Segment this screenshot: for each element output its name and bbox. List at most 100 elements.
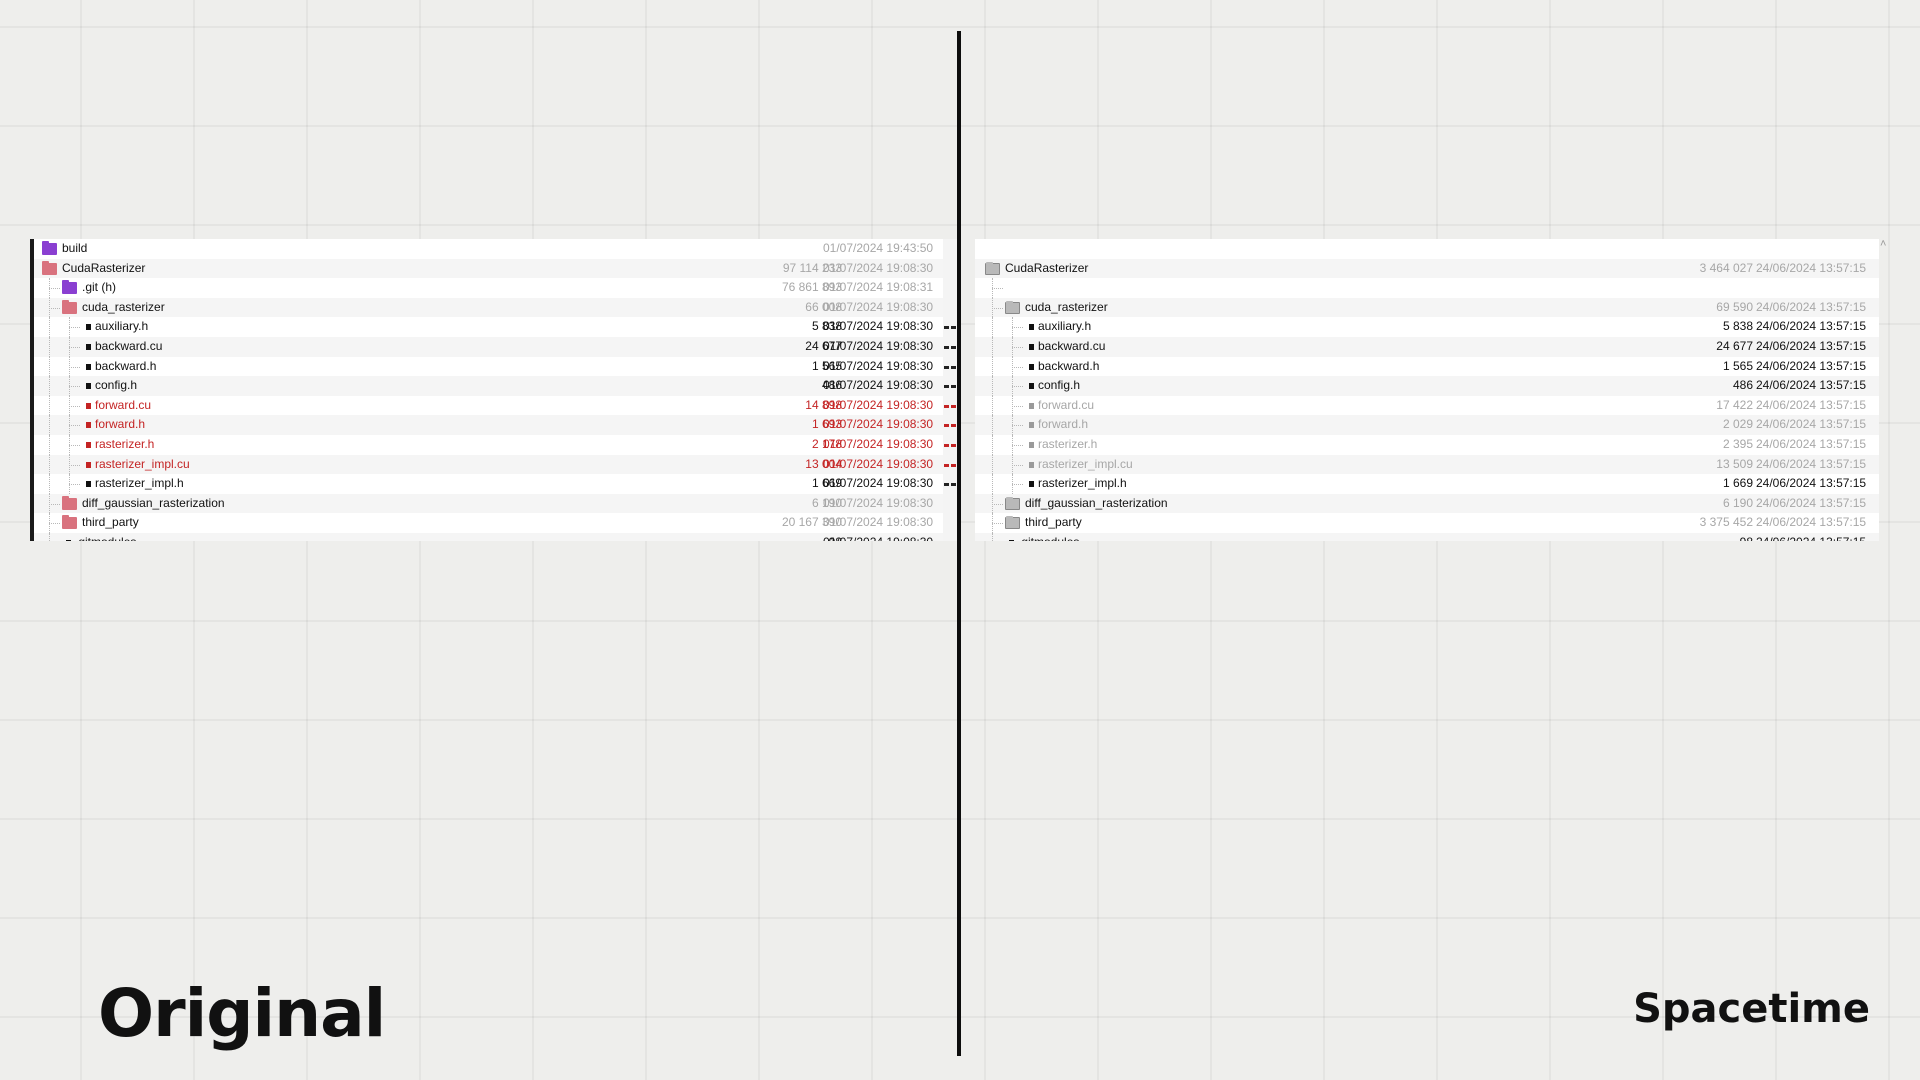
item-size: 2 395 [1722,436,1753,451]
file-row[interactable]: rasterizer.h 2 178 01/07/2024 19:08:30 [34,434,952,455]
file-icon [1029,481,1034,488]
file-row[interactable]: config.h 486 01/07/2024 19:08:30 [34,376,952,396]
file-row[interactable]: .gitmodules 9824/06/2024 13:57:15 [975,532,1879,541]
tree-branch-line [69,346,80,348]
file-row[interactable]: backward.cu 24 677 01/07/2024 19:08:30 [34,336,952,357]
file-row[interactable]: forward.cu 14 898 01/07/2024 19:08:30 [34,395,952,416]
file-row[interactable]: rasterizer_impl.cu 13 004 01/07/2024 19:08… [34,454,952,475]
empty-row [975,278,1879,298]
item-name: .gitmodules [75,533,136,541]
item-date: 01/07/2024 19:08:30 [823,338,934,353]
folder-row[interactable]: .git (h) 76 861 893 01/07/2024 19:08:31 [34,278,952,298]
item-name: rasterizer_impl.cu [95,456,190,471]
item-size: 1 565 [811,358,842,373]
item-name: rasterizer_impl.h [95,476,184,491]
item-date: 01/07/2024 19:08:30 [823,476,934,491]
file-row[interactable]: forward.h 2 029 24/06/2024 13:57:15 [975,415,1879,435]
tree-guide-line [49,317,50,337]
tree-guide-line [992,317,993,337]
tree-guide-line [49,532,50,541]
item-size: 5 838 [811,319,842,334]
file-row[interactable]: rasterizer_impl.cu 13 509 24/06/2024 13:57… [975,454,1879,475]
item-name: backward.h [95,358,157,373]
item-date: 01/07/2024 19:08:30 [823,456,934,471]
folder-row[interactable]: third_party 20 167 390 01/07/2024 19:08:30 [34,513,952,533]
tree-guide-line [992,474,993,494]
folder-row[interactable]: CudaRasterizer 97 114 233 01/07/2024 19:08… [34,258,952,279]
file-row[interactable]: config.h 486 24/06/2024 13:57:15 [975,376,1879,396]
item-size: 1 669 [1722,476,1753,491]
tree-guide-line [49,395,50,416]
folder-row[interactable]: diff_gaussian_rasterization 6 190 24/06/20… [975,493,1879,514]
file-icon [86,343,91,350]
file-row[interactable]: backward.h 1 565 01/07/2024 19:08:30 [34,356,952,377]
folder-row[interactable]: CudaRasterizer 3 464 027 24/06/2024 13:57:… [975,258,1879,279]
item-name: forward.cu [1038,397,1095,412]
item-name: backward.cu [1038,338,1106,353]
file-row[interactable]: rasterizer_impl.h 1 669 24/06/2024 13:57:1… [975,474,1879,494]
item-size: 6 190 [811,495,842,510]
item-size: 6 190 [1722,495,1753,510]
item-name: rasterizer_impl.cu [1038,456,1133,471]
file-icon [1029,343,1034,350]
file-row[interactable]: rasterizer.h 2 395 24/06/2024 13:57:15 [975,434,1879,455]
tree-guide-line [992,532,993,541]
item-date: 24/06/2024 13:57:15 [1756,417,1867,432]
file-row[interactable]: forward.h 1 693 01/07/2024 19:08:30 [34,415,952,435]
folder-icon [62,280,77,295]
folder-row[interactable]: cuda_rasterizer 66 008 01/07/2024 19:08:30 [34,297,952,318]
folder-row[interactable]: diff_gaussian_rasterization 6 190 01/07/20… [34,493,952,514]
item-name: rasterizer.h [95,436,155,451]
item-name: third_party [1025,515,1082,530]
spacetime-file-tree: CudaRasterizer 3 464 027 24/06/2024 13:57:… [975,239,1879,541]
item-date: 24/06/2024 13:57:15 [1756,436,1867,451]
tree-branch-line [992,503,1003,505]
item-date: 24/06/2024 13:57:15 [1756,533,1866,541]
folder-icon [1005,516,1020,530]
tree-branch-line [1012,405,1023,407]
item-name: backward.h [1038,358,1100,373]
folder-icon [1005,300,1020,314]
item-name: cuda_rasterizer [1025,299,1108,314]
tree-branch-line [49,288,60,290]
item-date: 24/06/2024 13:57:15 [1756,299,1867,314]
item-size: 3 464 027 [1699,260,1753,275]
tree-guide-line [49,376,50,396]
tree-guide-line [992,415,993,435]
folder-row[interactable]: cuda_rasterizer 69 590 24/06/2024 13:57:15 [975,297,1879,318]
item-date: 24/06/2024 13:57:15 [1756,397,1867,412]
item-size: 2 029 [1722,417,1753,432]
item-name: .git (h) [82,280,117,295]
tree-guide-line [992,454,993,475]
file-row[interactable]: backward.cu 24 677 24/06/2024 13:57:15 [975,336,1879,357]
tree-guide-line [992,376,993,396]
file-row[interactable]: backward.h 1 565 24/06/2024 13:57:15 [975,356,1879,377]
tree-branch-line [1012,327,1023,329]
tree-branch-line [69,327,80,329]
item-name: config.h [1038,378,1081,393]
file-row[interactable]: auxiliary.h 5 838 24/06/2024 13:57:15 [975,317,1879,337]
file-icon [66,539,71,541]
tree-guide-line [992,395,993,416]
item-name: .gitmodules [1018,533,1079,541]
item-date: 01/07/2024 19:08:30 [823,436,934,451]
item-date: 01/07/2024 19:08:30 [823,378,934,393]
item-size: 486 [1732,378,1753,393]
file-row[interactable]: auxiliary.h 5 838 01/07/2024 19:08:30 [34,317,952,337]
item-date: 01/07/2024 19:08:30 [823,533,933,541]
tree-guide-line [49,356,50,377]
file-row[interactable]: forward.cu 17 422 24/06/2024 13:57:15 [975,395,1879,416]
file-row[interactable]: .gitmodules 9801/07/2024 19:08:30 [34,532,952,541]
folder-row[interactable]: build 01/07/2024 19:43:50 [34,239,952,259]
item-size: 486 [821,378,842,393]
item-size: 98 [1593,533,1753,541]
item-size: 1 693 [811,417,842,432]
scroll-up-arrow-icon[interactable]: ˄ [1880,238,1886,250]
tree-guide-line [49,434,50,455]
file-row[interactable]: rasterizer_impl.h 1 669 01/07/2024 19:08:3… [34,474,952,494]
item-date: 24/06/2024 13:57:15 [1756,319,1867,334]
file-icon [1029,461,1034,468]
file-icon [86,481,91,488]
folder-row[interactable]: third_party 3 375 452 24/06/2024 13:57:15 [975,513,1879,533]
item-date: 01/07/2024 19:08:30 [823,260,934,275]
